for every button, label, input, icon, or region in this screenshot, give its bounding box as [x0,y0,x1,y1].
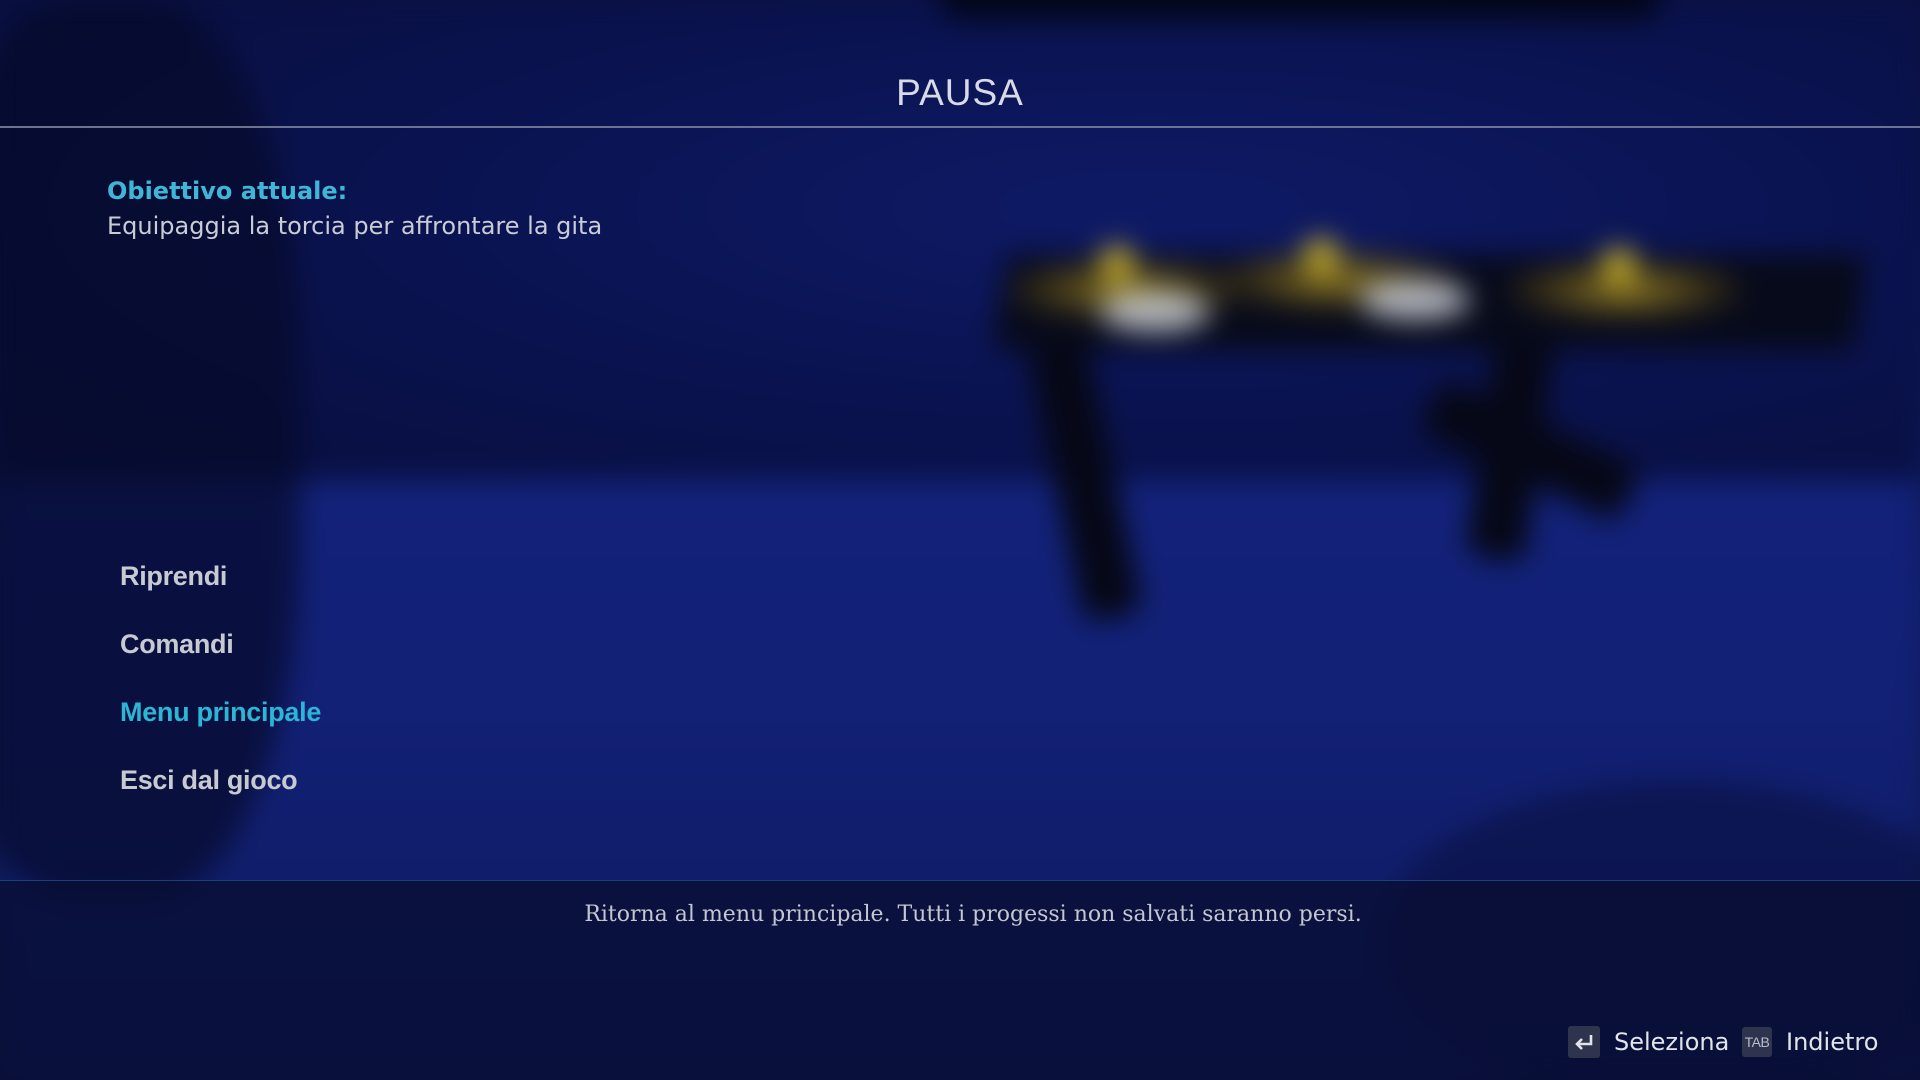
menu-item-main-menu[interactable]: Menu principale [120,692,720,760]
menu-item-resume[interactable]: Riprendi [120,556,720,624]
menu-item-controls[interactable]: Comandi [120,624,720,692]
back-hint-label: Indietro [1786,1028,1879,1056]
candle [1602,248,1636,282]
candle [1100,246,1134,280]
objective-text: Equipaggia la torcia per affrontare la g… [107,212,603,240]
enter-arrow-icon [1575,1035,1593,1050]
background-ceiling-object [940,0,1660,20]
tab-key-icon: TAB [1742,1027,1772,1057]
pause-menu: Riprendi Comandi Menu principale Esci da… [120,556,720,828]
enter-key-icon [1568,1026,1600,1058]
header-divider [0,126,1920,128]
pause-screen: PAUSA Obiettivo attuale: Equipaggia la t… [0,0,1920,1080]
candle [1304,238,1338,272]
select-hint-label: Seleziona [1614,1028,1730,1056]
description-text: Ritorna al menu principale. Tutti i prog… [584,902,1362,927]
table-object [1360,280,1470,320]
page-title: PAUSA [896,72,1024,113]
select-hint[interactable]: Seleziona [1568,1024,1729,1060]
back-hint[interactable]: TAB Indietro [1742,1024,1878,1060]
table-object [1100,292,1210,332]
menu-item-quit-game[interactable]: Esci dal gioco [120,760,720,828]
objective-label: Obiettivo attuale: [107,177,348,205]
